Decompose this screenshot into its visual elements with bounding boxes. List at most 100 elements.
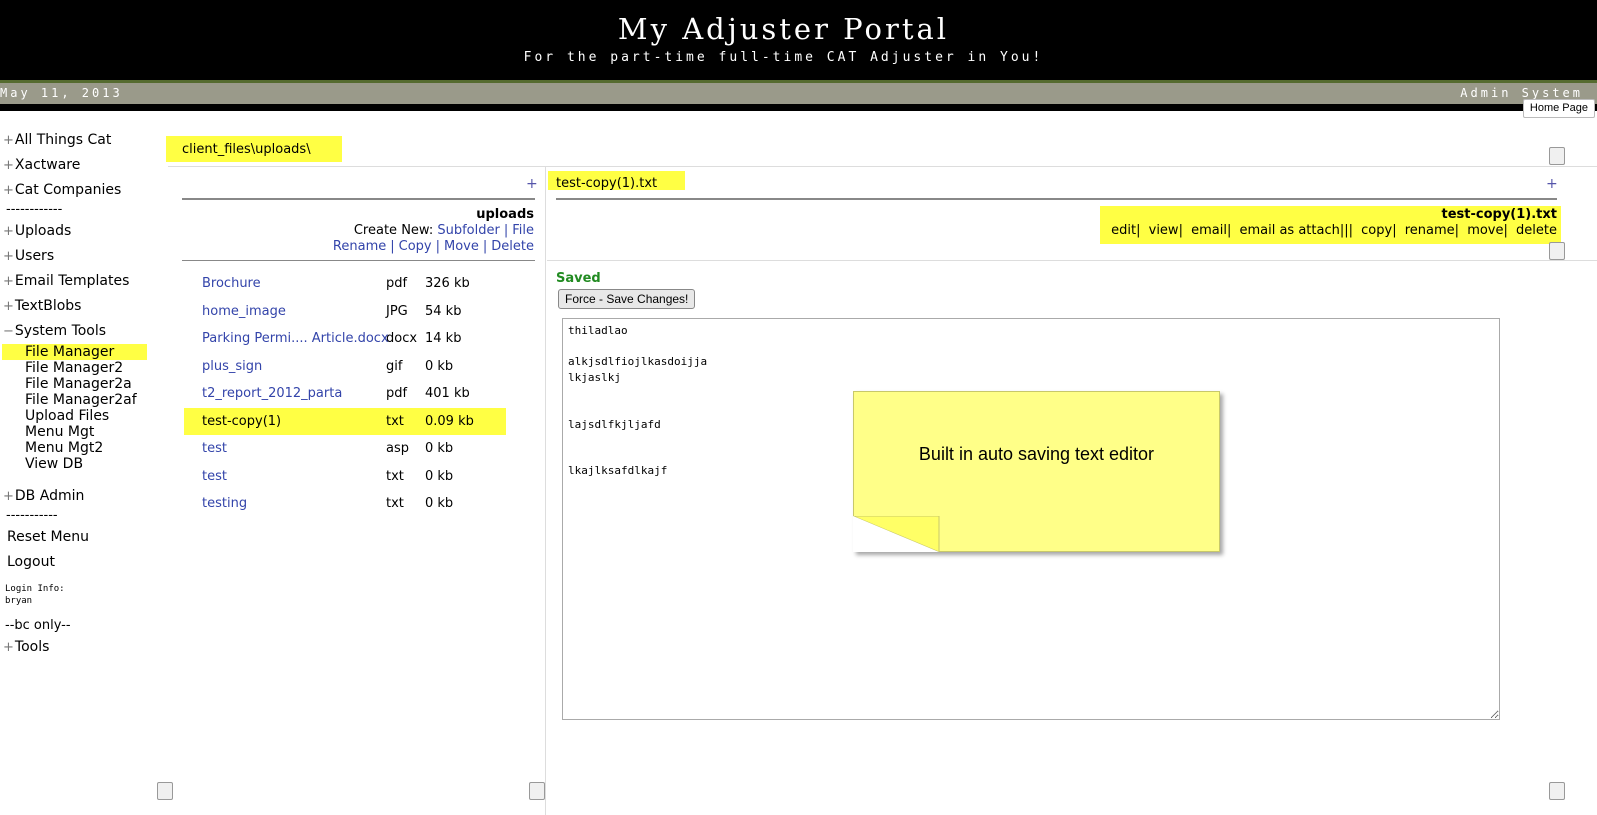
menu-item-system-tools[interactable]: −System Tools (0, 319, 160, 344)
file-row[interactable]: t2_report_2012_parta pdf 401 kb (184, 380, 506, 408)
file-row[interactable]: testing txt 0 kb (184, 490, 506, 518)
email-link[interactable]: email (1191, 223, 1227, 238)
move-link[interactable]: move (1467, 223, 1503, 238)
file-row[interactable]: test asp 0 kb (184, 435, 506, 463)
file-name-link[interactable]: testing (202, 490, 247, 518)
submenu-upload-files[interactable]: Upload Files (0, 408, 160, 424)
menu-item-xactware[interactable]: +Xactware (0, 153, 160, 178)
file-name-link[interactable]: Parking Permi.... Article.docx (202, 325, 389, 353)
file-row[interactable]: home_image JPG 54 kb (184, 298, 506, 326)
expand-list-icon[interactable]: + (526, 176, 538, 192)
scroll-handle[interactable] (529, 782, 545, 800)
submenu-view-db[interactable]: View DB (0, 456, 160, 472)
menu-item-label: System Tools (14, 323, 107, 339)
separator-pipe: | (503, 223, 509, 238)
scroll-handle[interactable] (157, 782, 173, 800)
divider (182, 260, 535, 261)
file-name-link[interactable]: test (202, 435, 227, 463)
divider (168, 166, 1597, 167)
file-row[interactable]: Parking Permi.... Article.docx docx 14 kb (184, 325, 506, 353)
file-row-selected[interactable]: test-copy(1) txt 0.09 kb (184, 407, 506, 436)
divider (182, 198, 535, 200)
menu-item-users[interactable]: +Users (0, 244, 160, 269)
file-name-link[interactable]: t2_report_2012_parta (202, 380, 342, 408)
copy-folder-link[interactable]: Copy (399, 239, 432, 254)
scroll-handle[interactable] (1549, 242, 1565, 260)
page-curl-icon (853, 516, 940, 552)
create-file-link[interactable]: File (512, 223, 534, 238)
file-row[interactable]: plus_sign gif 0 kb (184, 353, 506, 381)
menu-item-uploads[interactable]: +Uploads (0, 219, 160, 244)
separator-pipe: | (1178, 223, 1183, 238)
current-date: May 11, 2013 (0, 86, 123, 100)
delete-link[interactable]: delete (1516, 223, 1557, 238)
file-name-link[interactable]: home_image (202, 298, 286, 326)
menu-separator: ----------- (6, 508, 58, 523)
menu-item-textblobs[interactable]: +TextBlobs (0, 294, 160, 319)
file-name-link[interactable]: plus_sign (202, 353, 262, 381)
logout-link[interactable]: Logout (0, 550, 160, 575)
file-name-link[interactable]: Brochure (202, 270, 261, 298)
edit-link[interactable]: edit (1111, 223, 1136, 238)
file-size: 401 kb (425, 386, 470, 401)
annotation-note: Built in auto saving text editor (853, 391, 1220, 552)
menu-item-tools[interactable]: +Tools (0, 635, 160, 660)
expand-icon: + (3, 158, 14, 173)
rename-folder-link[interactable]: Rename (333, 239, 386, 254)
submenu-file-manager[interactable]: File Manager (2, 344, 147, 360)
email-as-attach-link[interactable]: email as attach (1239, 223, 1339, 238)
separator-pipe: | (1503, 223, 1508, 238)
file-name-link[interactable]: test-copy(1) (202, 408, 281, 436)
menu-item-db-admin[interactable]: +DB Admin (0, 484, 160, 509)
annotation-text: Built in auto saving text editor (918, 444, 1155, 464)
copy-link[interactable]: copy (1361, 223, 1392, 238)
file-row[interactable]: Brochure pdf 326 kb (184, 270, 506, 298)
delete-folder-link[interactable]: Delete (491, 239, 534, 254)
file-action-title: test-copy(1).txt (1441, 207, 1557, 222)
file-name-link[interactable]: test (202, 463, 227, 491)
expand-editor-icon[interactable]: + (1546, 176, 1558, 192)
file-ext: JPG (386, 303, 408, 319)
menu-item-label: Users (14, 248, 55, 264)
open-file-title: test-copy(1).txt (556, 176, 658, 191)
scroll-handle[interactable] (1549, 782, 1565, 800)
menu-item-label: All Things Cat (14, 132, 112, 148)
saved-status: Saved (556, 271, 601, 286)
submenu-file-manager2a[interactable]: File Manager2a (0, 376, 160, 392)
separator-pipe: ||| (1339, 223, 1353, 238)
menu-item-label: Email Templates (14, 273, 130, 289)
force-save-button[interactable]: Force - Save Changes! (558, 289, 696, 309)
menu-item-label: Cat Companies (14, 182, 122, 198)
divider (547, 260, 1597, 261)
divider (556, 198, 1557, 200)
menu-item-all-things-cat[interactable]: +All Things Cat (0, 128, 160, 153)
panel-divider (545, 167, 546, 815)
submenu-file-manager2af[interactable]: File Manager2af (0, 392, 160, 408)
submenu-menu-mgt[interactable]: Menu Mgt (0, 424, 160, 440)
create-new-row: Create New: Subfolder | File (354, 223, 534, 238)
file-actions: edit| view| email| email as attach||| co… (1111, 223, 1557, 238)
menu-item-cat-companies[interactable]: +Cat Companies (0, 178, 160, 203)
folder-actions: Rename | Copy | Move | Delete (333, 239, 534, 254)
scroll-handle[interactable] (1549, 147, 1565, 165)
file-row[interactable]: test txt 0 kb (184, 463, 506, 491)
menu-spacer (0, 575, 160, 583)
view-link[interactable]: view (1149, 223, 1179, 238)
rename-link[interactable]: rename (1405, 223, 1455, 238)
move-folder-link[interactable]: Move (444, 239, 479, 254)
create-subfolder-link[interactable]: Subfolder (437, 223, 499, 238)
folder-name: uploads (476, 207, 534, 222)
menu-item-label: Xactware (14, 157, 81, 173)
home-page-button[interactable]: Home Page (1522, 99, 1595, 118)
expand-icon: + (3, 183, 14, 198)
expand-icon: + (3, 224, 14, 239)
separator-pipe: | (1136, 223, 1141, 238)
reset-menu-link[interactable]: Reset Menu (0, 525, 160, 550)
submenu-file-manager2[interactable]: File Manager2 (0, 360, 160, 376)
separator-pipe: | (1226, 223, 1232, 238)
submenu-menu-mgt2[interactable]: Menu Mgt2 (0, 440, 160, 456)
menu-item-email-templates[interactable]: +Email Templates (0, 269, 160, 294)
file-size: 0.09 kb (425, 413, 474, 429)
menu-separator: ------------ (6, 202, 63, 217)
login-info-label: Login Info: (5, 584, 65, 594)
